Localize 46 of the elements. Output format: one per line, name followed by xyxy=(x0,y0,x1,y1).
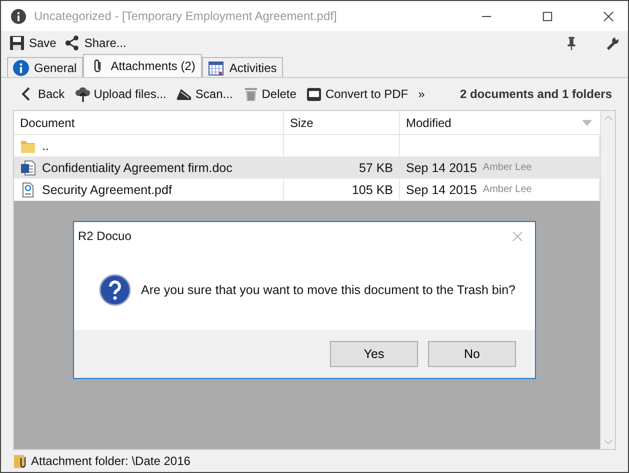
file-size: 57 KB xyxy=(358,160,393,174)
status-text: Attachment folder: \Date 2016 xyxy=(31,454,190,468)
modified-date: Sep 14 2015 xyxy=(406,160,477,174)
file-name: Security Agreement.pdf xyxy=(42,182,172,196)
toolbar-button[interactable]: Convert to PDF xyxy=(306,86,408,102)
file-row[interactable]: Confidentiality Agreement firm.doc 57 KB Sep 14 2015 Amber Lee xyxy=(14,157,600,179)
wrench-icon[interactable] xyxy=(605,36,620,50)
save-button[interactable]: Save xyxy=(9,35,56,51)
close-icon[interactable] xyxy=(603,10,614,22)
author-name: Amber Lee xyxy=(482,162,532,173)
info-icon xyxy=(11,8,26,24)
file-name: Confidentiality Agreement firm.doc xyxy=(42,160,232,174)
column-header[interactable]: Document xyxy=(14,111,284,134)
pdf-file-icon xyxy=(20,182,36,198)
dialog-button[interactable]: No xyxy=(428,341,516,367)
toolbar-button[interactable]: Scan... xyxy=(176,86,233,102)
file-size: 105 KB xyxy=(352,182,393,196)
question-icon xyxy=(99,274,131,306)
file-name: .. xyxy=(42,138,49,152)
save-icon xyxy=(9,35,25,51)
scanner-icon xyxy=(176,86,192,102)
document-count: 2 documents and 1 folders xyxy=(460,87,612,101)
tab[interactable]: Activities xyxy=(202,57,283,77)
column-header[interactable]: Modified xyxy=(400,111,600,134)
dialog-button[interactable]: Yes xyxy=(330,341,418,367)
calendar-icon xyxy=(208,60,224,76)
share-button[interactable]: Share... xyxy=(64,35,126,51)
toolbar-button[interactable]: Back xyxy=(19,86,65,102)
modified-date: Sep 14 2015 xyxy=(406,182,477,196)
upload-icon xyxy=(74,86,91,102)
trash-icon xyxy=(242,86,259,102)
column-header[interactable]: Size xyxy=(284,111,400,134)
tab[interactable]: Attachments (2) xyxy=(82,54,202,77)
author-name: Amber Lee xyxy=(482,184,532,195)
maximize-icon[interactable] xyxy=(542,10,553,22)
dialog-title: R2 Docuo xyxy=(78,229,132,243)
tab[interactable]: General xyxy=(7,57,83,77)
pdf-icon xyxy=(306,86,322,102)
toolbar-button[interactable]: Delete xyxy=(242,86,296,102)
info-icon xyxy=(13,60,29,76)
dialog-message: Are you sure that you want to move this document to the Trash bin? xyxy=(141,283,516,297)
word-document-icon xyxy=(20,160,36,176)
share-icon xyxy=(64,35,80,51)
window-title: Uncategorized - [Temporary Employment Agreement.pdf] xyxy=(34,9,337,23)
toolbar-button[interactable]: » xyxy=(418,87,425,101)
toolbar-button[interactable]: Upload files... xyxy=(74,86,166,102)
